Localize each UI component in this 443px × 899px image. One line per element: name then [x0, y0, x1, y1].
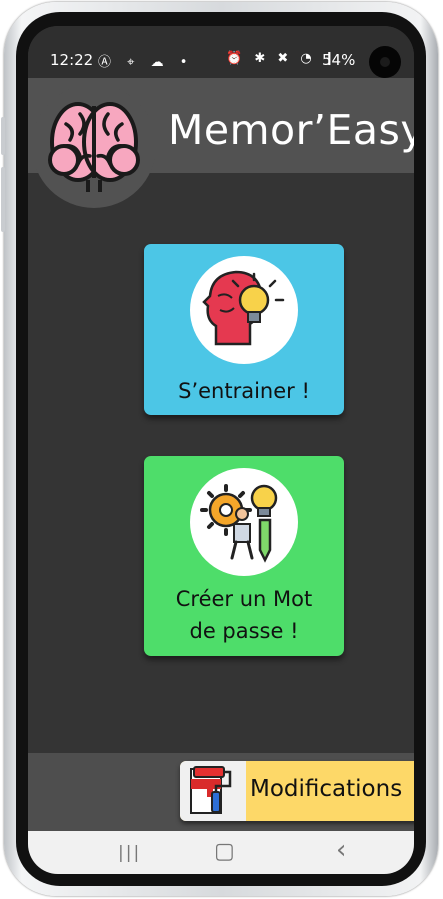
modifications-button[interactable]: Modifications [180, 761, 414, 821]
phone-side-button [1, 117, 5, 155]
screen: 12:22 Ⓐ ⌖ ☁ • ⏰ ✱ ✖ ◔ ❙ 54% Memor’Easy S… [28, 26, 414, 874]
create-label-line2: de passe ! [189, 619, 299, 643]
app-logo [32, 84, 156, 208]
front-camera [369, 46, 401, 78]
create-label-line1: Créer un Mot [175, 587, 313, 611]
status-bar: 12:22 Ⓐ ⌖ ☁ • ⏰ ✱ ✖ ◔ ❙ 54% [28, 26, 414, 78]
app-title: Memor’Easy [168, 106, 414, 154]
train-button[interactable]: S’entrainer ! [144, 244, 344, 415]
head-lightbulb-icon [202, 270, 285, 346]
nav-back-button[interactable]: ‹ [336, 835, 346, 865]
train-icon-circle [190, 256, 298, 364]
modifications-label: Modifications [250, 776, 403, 802]
battery-percentage: 54% [322, 51, 356, 69]
nav-recents-button[interactable]: ||| [118, 843, 141, 863]
gear-lightbulb-pencil-icon [200, 484, 278, 563]
status-notification-icons: Ⓐ ⌖ ☁ • [98, 55, 194, 70]
brain-icon [48, 102, 140, 192]
create-password-button[interactable]: Créer un Mot de passe ! [144, 456, 344, 656]
phone-side-button [1, 167, 5, 232]
phone-frame: 12:22 Ⓐ ⌖ ☁ • ⏰ ✱ ✖ ◔ ❙ 54% Memor’Easy S… [1, 2, 438, 896]
paint-roller-icon [190, 766, 232, 814]
nav-home-button[interactable]: ▢ [214, 839, 235, 864]
train-label: S’entrainer ! [178, 379, 310, 403]
create-icon-circle [190, 468, 298, 576]
android-nav-bar: ||| ▢ ‹ [28, 831, 414, 874]
phone-bezel: 12:22 Ⓐ ⌖ ☁ • ⏰ ✱ ✖ ◔ ❙ 54% Memor’Easy S… [16, 12, 426, 886]
modifications-icon-box [180, 761, 246, 821]
status-time: 12:22 [50, 51, 94, 69]
